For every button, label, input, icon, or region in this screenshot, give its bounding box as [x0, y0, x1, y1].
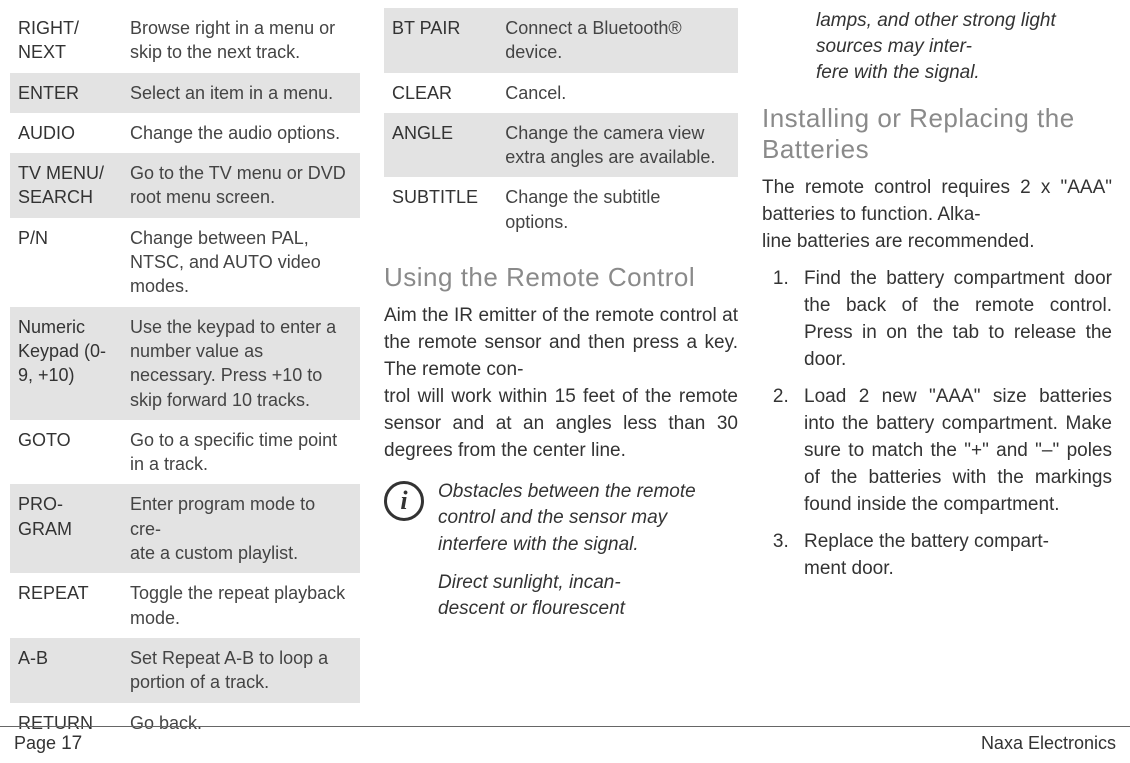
row-label: ANGLE — [384, 113, 497, 178]
batteries-intro: The remote control requires 2 x "AAA" ba… — [762, 175, 1112, 256]
row-label: Numeric Keypad (0-9, +10) — [10, 307, 122, 420]
table-row: P/NChange between PAL, NTSC, and AUTO vi… — [10, 218, 360, 307]
remote-functions-table-2: BT PAIRConnect a Bluetooth® device.CLEAR… — [384, 8, 738, 242]
table-row: GOTOGo to a specific time point in a tra… — [10, 420, 360, 485]
row-label: BT PAIR — [384, 8, 497, 73]
table-row: TV MENU/ SEARCHGo to the TV menu or DVD … — [10, 153, 360, 218]
row-desc: Browse right in a menu or skip to the ne… — [122, 8, 360, 73]
row-desc: Select an item in a menu. — [122, 73, 360, 113]
info-note-2-cont: lamps, and other strong light sources ma… — [762, 8, 1112, 87]
row-desc: Toggle the repeat playback mode. — [122, 573, 360, 638]
using-remote-body: Aim the IR emitter of the remote control… — [384, 303, 738, 465]
table-row: Numeric Keypad (0-9, +10)Use the keypad … — [10, 307, 360, 420]
row-label: P/N — [10, 218, 122, 307]
row-desc: Enter program mode to cre- ate a custom … — [122, 484, 360, 573]
row-label: SUBTITLE — [384, 177, 497, 242]
info-icon: i — [384, 481, 424, 521]
table-row: BT PAIRConnect a Bluetooth® device. — [384, 8, 738, 73]
heading-installing-batteries: Installing or Replacing the Batteries — [762, 103, 1112, 165]
row-desc: Connect a Bluetooth® device. — [497, 8, 738, 73]
table-row: ENTERSelect an item in a menu. — [10, 73, 360, 113]
table-row: CLEARCancel. — [384, 73, 738, 113]
table-row: PRO- GRAMEnter program mode to cre- ate … — [10, 484, 360, 573]
row-label: GOTO — [10, 420, 122, 485]
row-label: ENTER — [10, 73, 122, 113]
heading-using-remote: Using the Remote Control — [384, 262, 738, 293]
row-desc: Cancel. — [497, 73, 738, 113]
row-desc: Go to the TV menu or DVD root menu scree… — [122, 153, 360, 218]
table-row: REPEATToggle the repeat playback mode. — [10, 573, 360, 638]
list-item: Find the battery compartment door the ba… — [794, 266, 1112, 374]
table-row: AUDIOChange the audio options. — [10, 113, 360, 153]
table-row: A-BSet Repeat A-B to loop a portion of a… — [10, 638, 360, 703]
row-desc: Set Repeat A-B to loop a portion of a tr… — [122, 638, 360, 703]
table-row: ANGLEChange the camera view extra angles… — [384, 113, 738, 178]
table-row: SUBTITLEChange the subtitle options. — [384, 177, 738, 242]
row-desc: Go to a specific time point in a track. — [122, 420, 360, 485]
info-note: i Obstacles between the remote control a… — [384, 479, 738, 634]
row-label: RIGHT/ NEXT — [10, 8, 122, 73]
row-label: REPEAT — [10, 573, 122, 638]
row-label: TV MENU/ SEARCH — [10, 153, 122, 218]
row-label: A-B — [10, 638, 122, 703]
battery-steps-list: Find the battery compartment door the ba… — [762, 266, 1112, 583]
page-footer: Page 17 Naxa Electronics — [0, 726, 1130, 763]
page-number: 17 — [61, 733, 82, 754]
row-desc: Use the keypad to enter a number value a… — [122, 307, 360, 420]
row-label: CLEAR — [384, 73, 497, 113]
page-label: Page — [14, 733, 56, 753]
info-note-2-start: Direct sunlight, incan- descent or flour… — [438, 570, 738, 622]
info-note-1: Obstacles between the remote control and… — [438, 479, 738, 558]
table-row: RIGHT/ NEXTBrowse right in a menu or ski… — [10, 8, 360, 73]
list-item: Replace the battery compart- ment door. — [794, 529, 1112, 583]
remote-functions-table-1: RIGHT/ NEXTBrowse right in a menu or ski… — [10, 8, 360, 743]
row-label: AUDIO — [10, 113, 122, 153]
row-desc: Change the subtitle options. — [497, 177, 738, 242]
row-desc: Change the camera view extra angles are … — [497, 113, 738, 178]
row-label: PRO- GRAM — [10, 484, 122, 573]
footer-brand: Naxa Electronics — [981, 733, 1116, 754]
row-desc: Change between PAL, NTSC, and AUTO video… — [122, 218, 360, 307]
list-item: Load 2 new "AAA" size batteries into the… — [794, 384, 1112, 519]
row-desc: Change the audio options. — [122, 113, 360, 153]
